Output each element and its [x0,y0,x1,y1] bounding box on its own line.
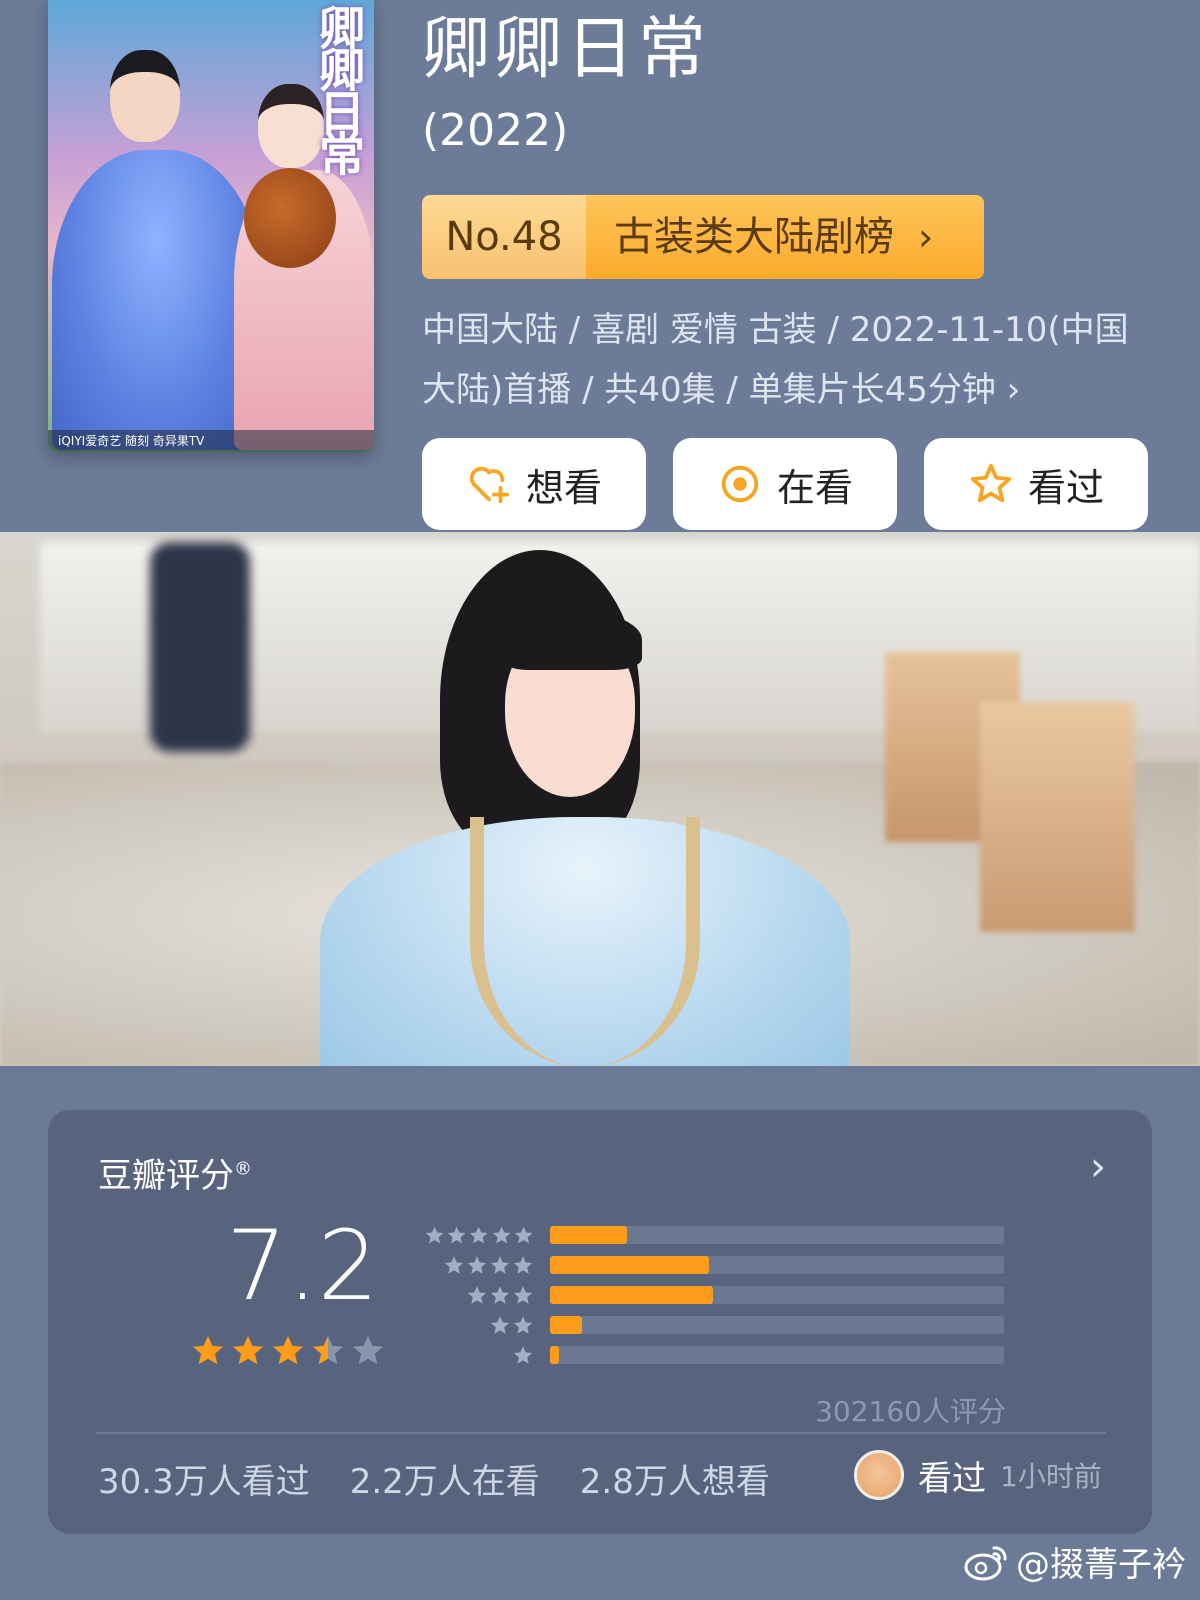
photo-background-figure [150,542,250,752]
distribution-stars [424,1344,534,1366]
star-small-icon [467,1286,487,1304]
photo-stone-block [980,702,1135,932]
distribution-row-2-star [424,1310,1064,1340]
star-small-icon [470,1226,488,1244]
chevron-right-icon: › [918,215,934,259]
star-small-icon [513,1286,533,1304]
distribution-bar-track [550,1256,1004,1274]
distribution-bar-track [550,1226,1004,1244]
star-small-icon [490,1316,510,1334]
watermark-text: @掇菁子衿 [1016,1545,1186,1585]
watched-label: 看过 [1027,465,1104,510]
watching-button[interactable]: 在看 [673,438,897,530]
user-status-label: 看过 [918,1458,986,1499]
poster-man-robe [52,150,262,450]
chevron-right-icon[interactable]: › [1090,1144,1106,1190]
rank-list-label: 古装类大陆剧榜 [614,214,894,260]
distribution-stars [424,1224,534,1246]
action-buttons: 想看 在看 看过 [422,438,1148,530]
distribution-bar-track [550,1316,1004,1334]
distribution-bar-fill [550,1286,714,1304]
target-icon [721,465,759,503]
card-divider [96,1432,1106,1434]
distribution-row-5-star [424,1220,1064,1250]
distribution-row-4-star [424,1250,1064,1280]
star-outline-icon [970,463,1012,503]
distribution-bar-fill [550,1226,628,1244]
avatar [854,1450,904,1500]
star-small-icon [447,1226,466,1244]
registered-mark: ® [234,1158,252,1180]
douban-rating-card[interactable]: 豆瓣评分® › 7.2 302160人评分 30.3万人看过 2.2万人在看 2… [48,1110,1152,1534]
watch-stats: 30.3万人看过 2.2万人在看 2.8万人想看 [98,1454,770,1503]
star-small-icon [514,1226,533,1244]
distribution-bar-fill [550,1256,709,1274]
star-small-icon [467,1256,487,1274]
star-small-icon [444,1256,464,1274]
want-to-watch-label: 想看 [525,465,602,510]
rating-stars [190,1332,386,1368]
poster-hen [244,168,336,268]
rank-number: No.48 [422,195,586,279]
meta-line: 大陆)首播 / 共40集 / 单集片长45分钟 › [422,370,1021,410]
photo-actress-bangs [500,610,642,670]
watched-button[interactable]: 看过 [924,438,1148,530]
star-small-icon [425,1226,444,1244]
star-small-icon [513,1346,533,1364]
rank-list-name: 古装类大陆剧榜 › [586,195,984,279]
poster-title-art: 卿卿日常 [312,4,366,172]
weibo-icon [964,1545,1007,1580]
poster-logos: iQIYI爱奇艺 随刻 奇异果TV [48,430,374,452]
release-year: (2022) [422,105,569,156]
rating-distribution [424,1220,1064,1370]
poster-man-head [110,50,180,142]
page-title: 卿卿日常 [422,10,711,89]
rating-card-title: 豆瓣评分® [98,1148,252,1197]
distribution-stars [424,1284,534,1306]
heart-plus-icon [469,466,510,504]
distribution-bar-track [550,1346,1004,1364]
distribution-stars [424,1254,534,1276]
rating-score: 7.2 [226,1210,379,1322]
drama-still-photo[interactable] [0,532,1200,1066]
star-small-icon [490,1256,510,1274]
star-filled-icon [193,1335,223,1365]
star-small-icon [513,1316,533,1334]
rank-badge[interactable]: No.48 古装类大陆剧榜 › [422,195,984,279]
show-meta-info[interactable]: 中国大陆 / 喜剧 爱情 古装 / 2022-11-10(中国 大陆)首播 / … [422,300,1142,420]
star-empty-icon [353,1335,383,1365]
meta-line: 中国大陆 / 喜剧 爱情 古装 / 2022-11-10(中国 [422,310,1129,350]
distribution-row-3-star [424,1280,1064,1310]
distribution-bar-fill [550,1346,560,1364]
weibo-watermark: @掇菁子衿 [964,1537,1186,1586]
star-half-icon [313,1335,343,1365]
want-count[interactable]: 2.8万人想看 [580,1454,770,1503]
watched-count[interactable]: 30.3万人看过 [98,1454,310,1503]
watching-count[interactable]: 2.2万人在看 [350,1454,540,1503]
user-status[interactable]: 看过 1小时前 [854,1450,1102,1500]
star-filled-icon [273,1335,303,1365]
star-small-icon [513,1256,533,1274]
star-filled-icon [233,1335,263,1365]
header: 卿卿日常 iQIYI爱奇艺 随刻 奇异果TV 卿卿日常 (2022) No.48… [0,0,1200,532]
photo-actress-collar [470,817,700,1066]
poster-image[interactable]: 卿卿日常 iQIYI爱奇艺 随刻 奇异果TV [48,0,374,452]
user-status-time: 1小时前 [1000,1460,1102,1493]
distribution-bar-track [550,1286,1004,1304]
watching-label: 在看 [776,465,853,510]
distribution-stars [424,1314,534,1336]
star-small-icon [492,1226,511,1244]
distribution-bar-fill [550,1316,582,1334]
star-small-icon [490,1286,510,1304]
rater-count: 302160人评分 [815,1395,1006,1428]
distribution-row-1-star [424,1340,1064,1370]
rating-title-text: 豆瓣评分 [98,1156,234,1196]
want-to-watch-button[interactable]: 想看 [422,438,646,530]
